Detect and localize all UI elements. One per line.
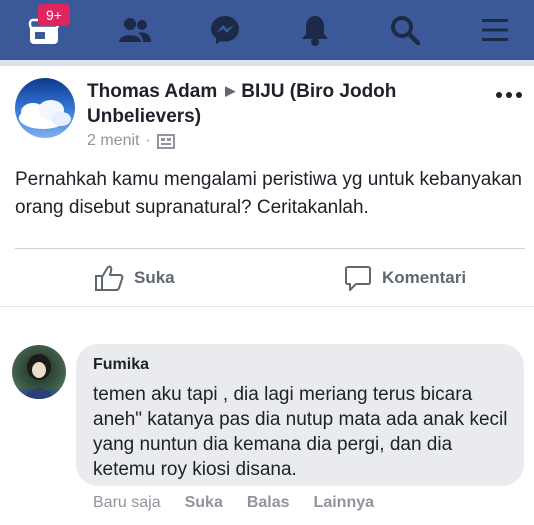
commenter-name[interactable]: Fumika (93, 354, 508, 376)
menu-icon[interactable] (477, 12, 513, 48)
post-divider (15, 248, 525, 249)
nav-divider (0, 60, 534, 66)
actions-divider (0, 306, 534, 307)
comment-label: Komentari (382, 268, 467, 287)
post-meta: 2 menit · (87, 132, 175, 150)
comment-more-button[interactable]: Lainnya (314, 494, 374, 512)
search-icon[interactable] (387, 12, 423, 48)
author-avatar[interactable] (15, 78, 75, 138)
author-name[interactable]: Thomas Adam (87, 81, 217, 102)
like-label: Suka (134, 268, 175, 287)
notification-count-badge: 9+ (38, 4, 70, 26)
comment-button[interactable]: Komentari (344, 262, 466, 294)
post-header: Thomas Adam ▶ BIJU (Biro Jodoh Unbelievers… (87, 78, 487, 129)
more-options-icon[interactable] (494, 88, 524, 102)
group-audience-icon (156, 133, 175, 149)
comment-actions: Baru saja Suka Balas Lainnya (93, 494, 374, 512)
comment-bubble-icon (345, 266, 371, 291)
meta-separator: · (145, 132, 151, 149)
like-button[interactable]: Suka (94, 262, 175, 294)
post-text: Pernahkah kamu mengalami peristiwa yg un… (15, 169, 522, 218)
commenter-avatar[interactable] (12, 345, 66, 399)
comment-bubble: Fumika temen aku tapi , dia lagi meriang… (76, 344, 524, 486)
thumbs-up-icon (95, 265, 124, 291)
top-navigation-bar: 9+ (0, 0, 534, 60)
comment-time: Baru saja (93, 494, 161, 511)
notifications-bell-icon[interactable] (297, 12, 333, 48)
comment-like-button[interactable]: Suka (185, 494, 223, 512)
comment-reply-button[interactable]: Balas (247, 494, 290, 512)
friends-icon[interactable] (117, 12, 153, 48)
post-time[interactable]: 2 menit (87, 132, 139, 150)
shared-to-arrow-icon: ▶ (225, 83, 236, 98)
messenger-icon[interactable] (207, 12, 243, 48)
comment-text: temen aku tapi , dia lagi meriang terus … (93, 384, 508, 480)
